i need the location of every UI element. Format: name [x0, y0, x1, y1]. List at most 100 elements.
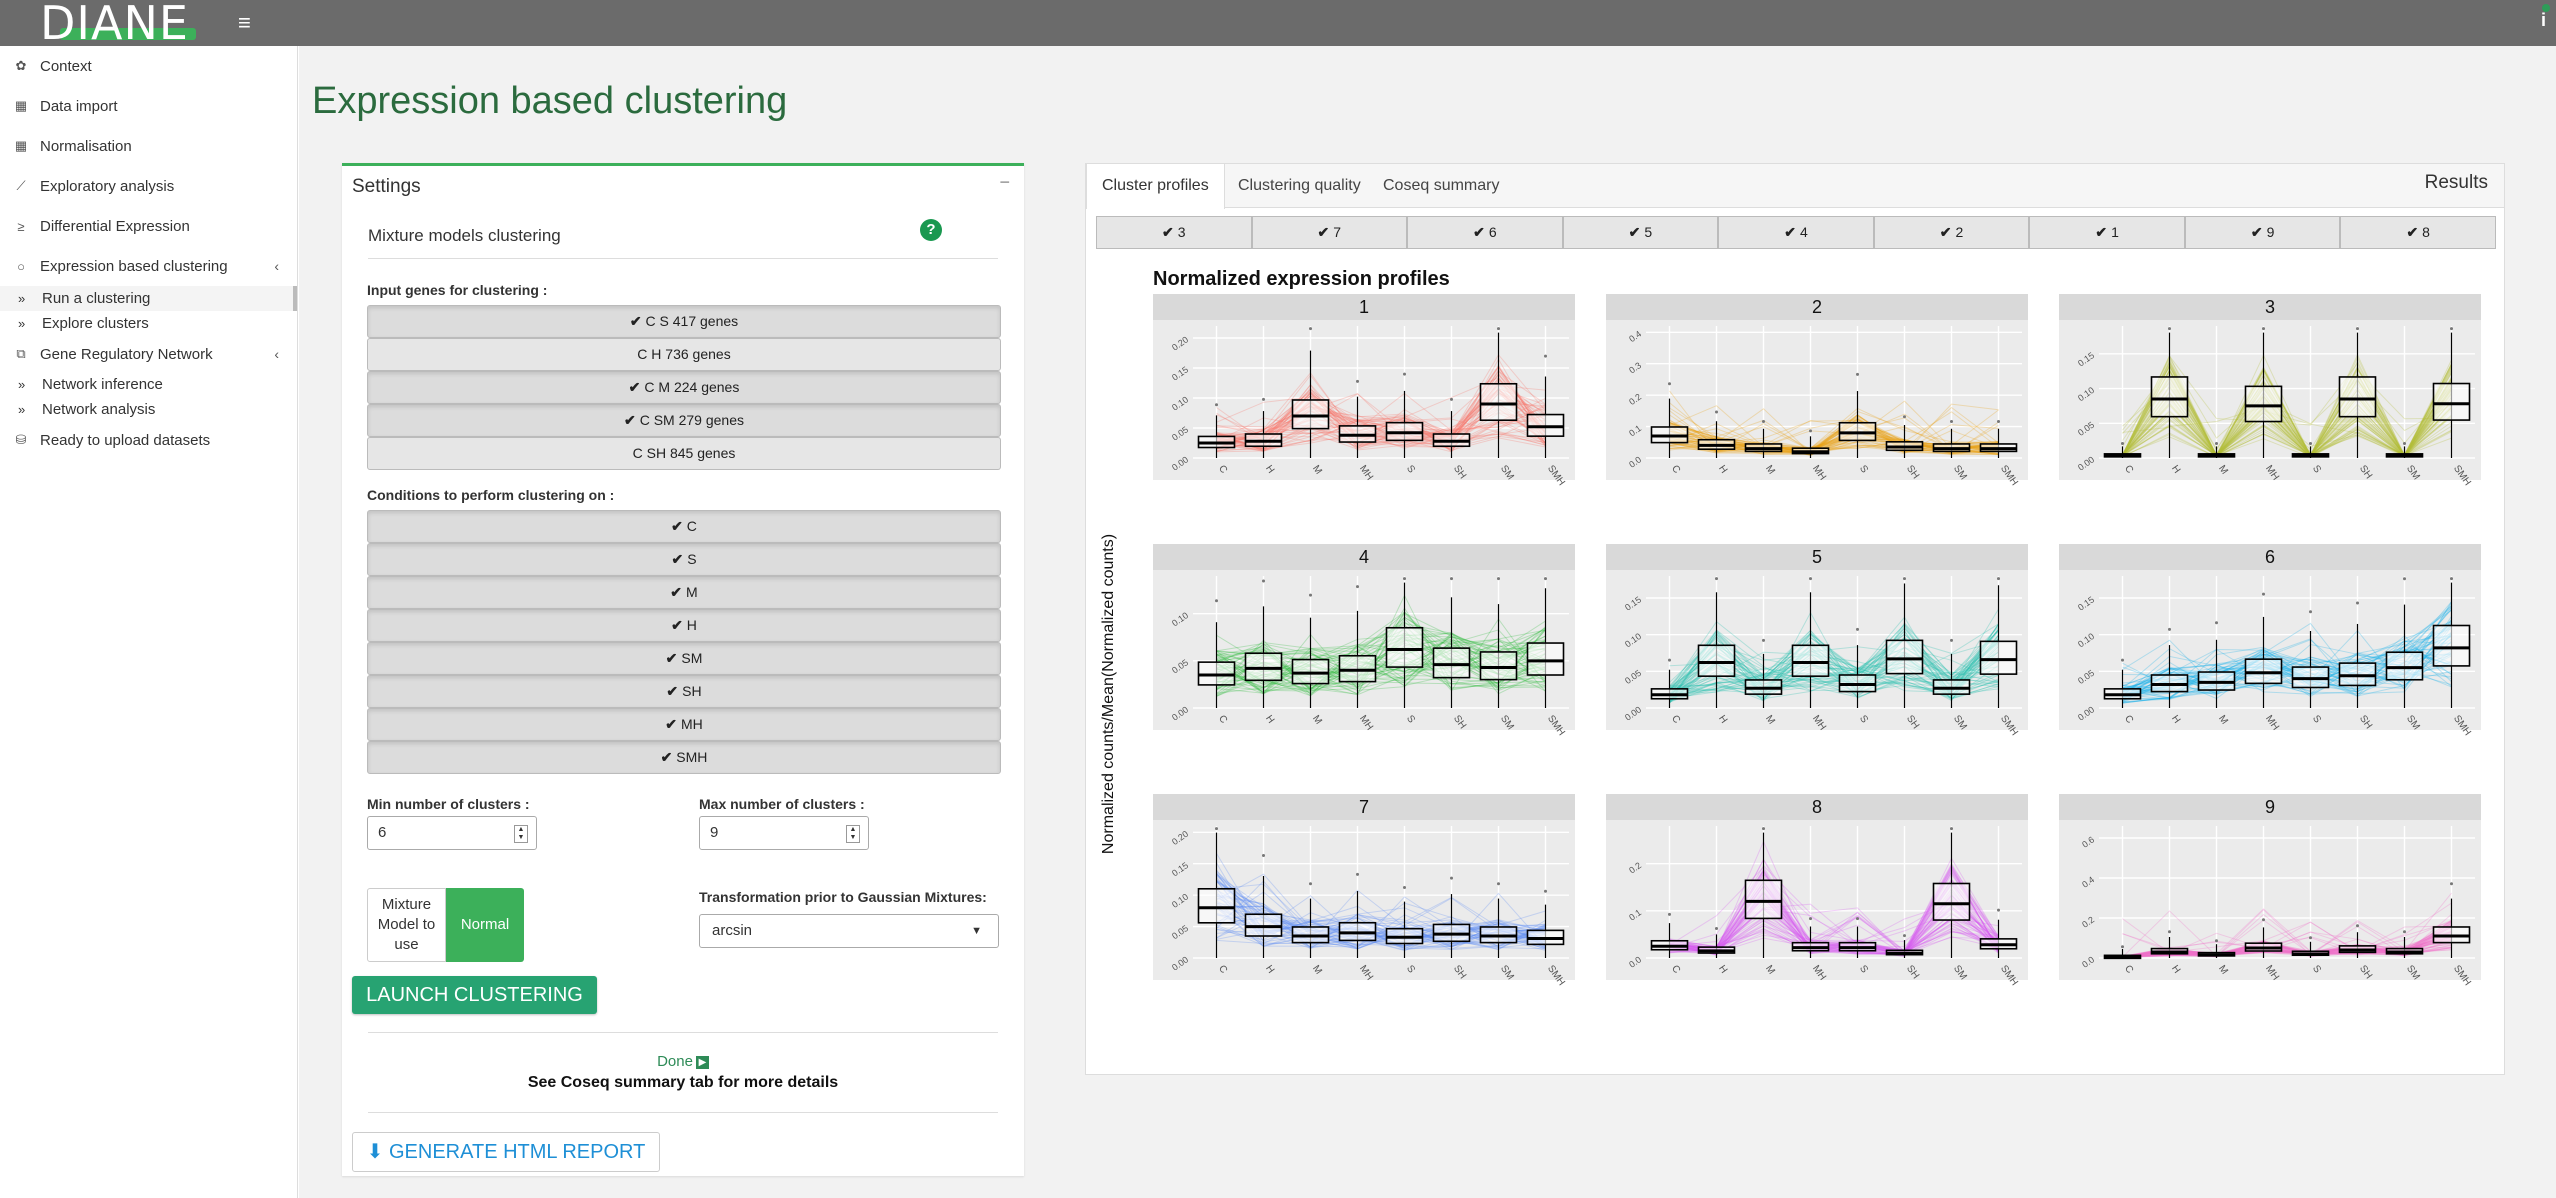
sidebar-item-gene-regulatory-network[interactable]: ⧉ Gene Regulatory Network ‹: [0, 336, 297, 372]
cluster-toggle-1[interactable]: ✔ 1: [2029, 216, 2185, 249]
table-icon: ▦: [14, 138, 28, 153]
box: [1291, 658, 1330, 685]
gene-set-option[interactable]: C H 736 genes: [367, 338, 1001, 371]
x-tick-label: H: [2169, 463, 2182, 475]
cluster-toggle-6[interactable]: ✔ 6: [1407, 216, 1563, 249]
cluster-toggle-2[interactable]: ✔ 2: [1873, 216, 2030, 249]
outlier-point: [1668, 912, 1671, 916]
condition-option[interactable]: ✔ SH: [367, 675, 1001, 708]
panel-plot: 0.0 0.2 0.4 0.6 C H M MH S SH SM SMH: [2059, 820, 2481, 988]
outlier-point: [1403, 886, 1406, 890]
gene-set-label: C H 736 genes: [637, 346, 731, 362]
sidebar-item-upload-datasets[interactable]: ⛁ Ready to upload datasets: [0, 422, 297, 458]
x-tick-label: MH: [2263, 963, 2281, 982]
outlier-point: [1215, 827, 1218, 831]
outlier-point: [1809, 577, 1812, 581]
cluster-toggle-8[interactable]: ✔ 8: [2340, 216, 2496, 249]
y-tick-label: 0.00: [2076, 454, 2096, 472]
cluster-toggle-label: 8: [2422, 224, 2430, 240]
x-tick-label: S: [2310, 713, 2323, 725]
cluster-toggle-label: 6: [1488, 224, 1497, 240]
y-tick-label: 0.05: [1170, 657, 1190, 675]
sidebar-subitem-run-a-clustering[interactable]: » Run a clustering: [0, 286, 297, 311]
launch-clustering-button[interactable]: LAUNCH CLUSTERING: [352, 976, 597, 1014]
cluster-toggle-7[interactable]: ✔ 7: [1251, 216, 1408, 249]
x-tick-label: S: [1857, 463, 1870, 475]
sidebar-item-context[interactable]: ✿ Context: [0, 46, 297, 86]
top-navbar: DIANE ≡ i: [0, 0, 2556, 50]
x-tick-label: H: [1716, 463, 1729, 475]
max-clusters-input[interactable]: 9 ▲ ▼: [699, 816, 869, 850]
sidebar-item-expression-based-clustering[interactable]: ○ Expression based clustering ‹: [0, 246, 297, 286]
sidebar-subitem-explore-clusters[interactable]: » Explore clusters: [0, 311, 297, 336]
collapse-button[interactable]: −: [999, 172, 1010, 193]
sidebar-item-normalisation[interactable]: ▦ Normalisation: [0, 126, 297, 166]
sidebar-item-label: Expression based clustering: [40, 257, 228, 275]
generate-report-button[interactable]: ⬇ GENERATE HTML REPORT: [352, 1132, 660, 1172]
condition-label: C: [686, 518, 697, 534]
tab-cluster-profiles[interactable]: Cluster profiles: [1086, 164, 1225, 209]
condition-label: SH: [682, 683, 702, 699]
info-icon[interactable]: i: [2541, 10, 2546, 31]
gene-set-option[interactable]: C SH 845 genes: [367, 437, 1001, 470]
x-tick-label: MH: [1810, 713, 1828, 732]
x-tick-label: M: [1763, 463, 1777, 476]
check-icon: ✔: [1473, 224, 1485, 240]
mixture-model-normal-button[interactable]: Normal: [446, 888, 524, 962]
gte-icon: ≥: [17, 218, 25, 234]
x-tick-label: SH: [1451, 713, 1468, 731]
spinner-icon[interactable]: ▲ ▼: [846, 825, 860, 843]
y-tick-label: 0.00: [1623, 704, 1643, 722]
condition-option[interactable]: ✔ H: [367, 609, 1001, 642]
condition-option[interactable]: ✔ C: [367, 510, 1001, 543]
condition-option[interactable]: ✔ M: [367, 576, 1001, 609]
gene-set-label: C M 224 genes: [644, 379, 740, 395]
x-tick-label: SM: [1498, 713, 1516, 732]
sidebar-subitem-network-inference[interactable]: » Network inference: [0, 372, 297, 397]
cluster-toggle-9[interactable]: ✔ 9: [2184, 216, 2341, 249]
gene-set-option[interactable]: ✔ C S 417 genes: [367, 305, 1001, 338]
outlier-point: [2356, 924, 2359, 928]
min-clusters-input[interactable]: 6 ▲ ▼: [367, 816, 537, 850]
cluster-toggle-3[interactable]: ✔ 3: [1096, 216, 1252, 249]
transform-select[interactable]: arcsin ▼: [699, 914, 999, 948]
sidebar-item-data-import[interactable]: ▦ Data import: [0, 86, 297, 126]
x-tick-label: C: [1216, 713, 1229, 725]
y-tick-label: 0.10: [2076, 385, 2096, 403]
sidebar-item-label: Context: [40, 57, 92, 75]
tab-clustering-quality[interactable]: Clustering quality: [1223, 164, 1376, 208]
sidebar-item-exploratory-analysis[interactable]: ⟋ Exploratory analysis: [0, 166, 297, 206]
panel-svg: 0.0 0.2 0.4 0.6 C H M MH S SH SM SMH: [2080, 826, 2475, 988]
max-clusters-value: 9: [710, 824, 719, 841]
condition-option[interactable]: ✔ SMH: [367, 741, 1001, 774]
check-icon: ✔: [671, 617, 683, 633]
hamburger-icon[interactable]: ≡: [238, 8, 260, 38]
spinner-icon[interactable]: ▲ ▼: [514, 825, 528, 843]
gene-set-option[interactable]: ✔ C M 224 genes: [367, 371, 1001, 404]
y-axis-label: Normalized counts/Mean(Normalized counts…: [1100, 534, 1117, 854]
condition-option[interactable]: ✔ SM: [367, 642, 1001, 675]
outlier-point: [1497, 577, 1500, 581]
gene-set-label: C SH 845 genes: [632, 445, 736, 461]
cluster-toggle-5[interactable]: ✔ 5: [1562, 216, 1719, 249]
condition-option[interactable]: ✔ S: [367, 543, 1001, 576]
sidebar-item-differential-expression[interactable]: ≥ Differential Expression: [0, 206, 297, 246]
cluster-toggle-4[interactable]: ✔ 4: [1718, 216, 1874, 249]
tab-coseq-summary[interactable]: Coseq summary: [1368, 164, 1514, 208]
sidebar-subitem-network-analysis[interactable]: » Network analysis: [0, 397, 297, 422]
sidebar-subitem-label: Network inference: [42, 376, 163, 393]
cluster-panel-3: 3 0.00 0.05 0.10 0.15 C H M MH S SH SM SMH: [2059, 294, 2481, 488]
outlier-point: [1309, 593, 1312, 597]
help-icon[interactable]: ?: [920, 219, 942, 241]
condition-option[interactable]: ✔ MH: [367, 708, 1001, 741]
table-icon: ▦: [14, 98, 28, 113]
x-tick-label: M: [1310, 713, 1324, 726]
check-icon: ✔: [1317, 224, 1330, 240]
panel-title: 3: [2059, 294, 2481, 320]
outlier-point: [2262, 327, 2265, 331]
condition-label: M: [686, 584, 698, 600]
results-title: Results: [2424, 172, 2488, 193]
gene-set-option[interactable]: ✔ C SM 279 genes: [367, 404, 1001, 437]
cluster-toggle-label: 4: [1799, 224, 1808, 240]
app-logo[interactable]: DIANE: [0, 0, 228, 50]
